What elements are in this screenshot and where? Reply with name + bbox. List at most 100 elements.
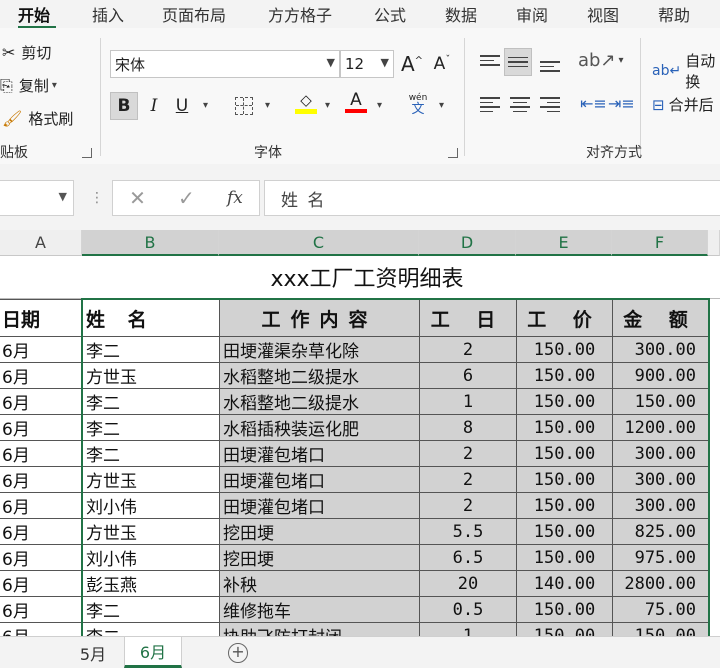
cell-unit-price[interactable]: 150.00 bbox=[516, 362, 613, 389]
borders-button[interactable] bbox=[230, 92, 258, 120]
copy-button[interactable]: ⎘ 复制 ▾ bbox=[0, 75, 57, 96]
column-header-f[interactable]: F bbox=[612, 230, 708, 256]
cell-date[interactable]: 6月 bbox=[0, 544, 83, 571]
cell-amount[interactable]: 150.00 bbox=[612, 622, 709, 636]
underline-button[interactable]: U bbox=[168, 92, 196, 120]
cell-work-content[interactable]: 挖田埂 bbox=[219, 518, 420, 545]
cell-name[interactable]: 李二 bbox=[82, 596, 220, 623]
header-work-days[interactable]: 工 日 bbox=[419, 299, 517, 337]
cell-amount[interactable]: 300.00 bbox=[612, 492, 709, 519]
orientation-dropdown-icon[interactable]: ▾ bbox=[619, 55, 624, 66]
cell-work-days[interactable]: 6.5 bbox=[419, 544, 517, 571]
cell-work-content[interactable]: 水稻整地二级提水 bbox=[219, 388, 420, 415]
sheet-tab-may[interactable]: 5月 bbox=[64, 637, 122, 668]
column-header-d[interactable]: D bbox=[419, 230, 516, 256]
cell-work-content[interactable]: 维修拖车 bbox=[219, 596, 420, 623]
align-center-icon[interactable] bbox=[510, 94, 530, 115]
cell-amount[interactable]: 75.00 bbox=[612, 596, 709, 623]
tab-formulas[interactable]: 公式 bbox=[374, 2, 406, 26]
cell-date[interactable]: 6月 bbox=[0, 466, 83, 493]
cell-work-days[interactable]: 2 bbox=[419, 336, 517, 363]
tab-help[interactable]: 帮助 bbox=[658, 2, 690, 26]
italic-button[interactable]: I bbox=[140, 92, 168, 120]
copy-dropdown-icon[interactable]: ▾ bbox=[52, 80, 57, 91]
column-header-c[interactable]: C bbox=[219, 230, 419, 256]
worksheet-grid[interactable]: xxx工厂工资明细表 日期 姓 名 工作内容 工 日 工 价 金 额 6月 李二田… bbox=[0, 256, 720, 636]
increase-indent-button[interactable]: ⇥≡ bbox=[608, 94, 635, 113]
cell-name[interactable]: 方世玉 bbox=[82, 466, 220, 493]
header-work-content[interactable]: 工作内容 bbox=[219, 299, 420, 337]
cell-amount[interactable]: 825.00 bbox=[612, 518, 709, 545]
align-middle-button[interactable] bbox=[504, 48, 532, 76]
cell-name[interactable]: 李二 bbox=[82, 440, 220, 467]
cell-date[interactable]: 6月 bbox=[0, 414, 83, 441]
cell-work-days[interactable]: 0.5 bbox=[419, 596, 517, 623]
tab-insert[interactable]: 插入 bbox=[92, 2, 124, 26]
column-header-a[interactable]: A bbox=[0, 230, 82, 256]
font-color-button[interactable]: A bbox=[342, 88, 370, 116]
cell-work-days[interactable]: 20 bbox=[419, 570, 517, 597]
cell-name[interactable]: 刘小伟 bbox=[82, 492, 220, 519]
cell-amount[interactable]: 300.00 bbox=[612, 466, 709, 493]
enter-checkmark-icon[interactable]: ✓ bbox=[178, 186, 195, 210]
insert-function-icon[interactable]: fx bbox=[227, 188, 243, 208]
cell-amount[interactable]: 975.00 bbox=[612, 544, 709, 571]
cell-date[interactable]: 6月 bbox=[0, 622, 83, 636]
align-bottom-icon[interactable] bbox=[540, 58, 560, 75]
cell-work-content[interactable]: 田埂灌包堵口 bbox=[219, 492, 420, 519]
cell-work-days[interactable]: 1 bbox=[419, 622, 517, 636]
bold-button[interactable]: B bbox=[110, 92, 138, 120]
name-box[interactable]: ▼ bbox=[0, 180, 74, 216]
phonetic-guide-dropdown-icon[interactable]: ▾ bbox=[439, 100, 444, 111]
cell-unit-price[interactable]: 140.00 bbox=[516, 570, 613, 597]
decrease-font-size-button[interactable]: Aˇ bbox=[428, 50, 456, 78]
cell-name[interactable]: 李二 bbox=[82, 622, 220, 636]
add-sheet-icon[interactable]: + bbox=[228, 643, 248, 663]
cell-unit-price[interactable]: 150.00 bbox=[516, 544, 613, 571]
cell-unit-price[interactable]: 150.00 bbox=[516, 596, 613, 623]
cell-work-content[interactable]: 水稻整地二级提水 bbox=[219, 362, 420, 389]
cell-name[interactable]: 彭玉燕 bbox=[82, 570, 220, 597]
header-amount[interactable]: 金 额 bbox=[612, 299, 709, 337]
font-size-select[interactable]: 12 ▼ bbox=[340, 50, 394, 78]
cell-date[interactable]: 6月 bbox=[0, 440, 83, 467]
borders-dropdown-icon[interactable]: ▾ bbox=[265, 100, 270, 111]
cell-name[interactable]: 刘小伟 bbox=[82, 544, 220, 571]
tab-fangfang-gezi[interactable]: 方方格子 bbox=[268, 2, 332, 26]
cell-amount[interactable]: 300.00 bbox=[612, 336, 709, 363]
cell-work-content[interactable]: 协助飞防打封闭 bbox=[219, 622, 420, 636]
cell-work-days[interactable]: 2 bbox=[419, 466, 517, 493]
align-right-icon[interactable] bbox=[540, 94, 560, 115]
formula-bar-resize-handle[interactable]: ⋮ bbox=[90, 190, 104, 206]
cell-name[interactable]: 李二 bbox=[82, 388, 220, 415]
cell-work-days[interactable]: 8 bbox=[419, 414, 517, 441]
cell-amount[interactable]: 1200.00 bbox=[612, 414, 709, 441]
cell-work-days[interactable]: 1 bbox=[419, 388, 517, 415]
cell-work-content[interactable]: 田埂灌包堵口 bbox=[219, 466, 420, 493]
cell-work-content[interactable]: 挖田埂 bbox=[219, 544, 420, 571]
cell-name[interactable]: 李二 bbox=[82, 336, 220, 363]
cell-date[interactable]: 6月 bbox=[0, 362, 83, 389]
wrap-text-button[interactable]: ab↵ 自动换 bbox=[652, 50, 720, 92]
tab-view[interactable]: 视图 bbox=[587, 2, 619, 26]
cell-work-days[interactable]: 5.5 bbox=[419, 518, 517, 545]
cell-name[interactable]: 方世玉 bbox=[82, 362, 220, 389]
cell-unit-price[interactable]: 150.00 bbox=[516, 388, 613, 415]
tab-data[interactable]: 数据 bbox=[445, 2, 477, 26]
align-left-icon[interactable] bbox=[480, 94, 500, 115]
fill-color-button[interactable]: ◇ bbox=[292, 88, 320, 116]
cell-name[interactable]: 李二 bbox=[82, 414, 220, 441]
cell-date[interactable]: 6月 bbox=[0, 388, 83, 415]
cell-date[interactable]: 6月 bbox=[0, 518, 83, 545]
column-header-b[interactable]: B bbox=[82, 230, 219, 256]
cell-work-content[interactable]: 田埂灌渠杂草化除 bbox=[219, 336, 420, 363]
font-color-dropdown-icon[interactable]: ▾ bbox=[377, 100, 382, 111]
cell-unit-price[interactable]: 150.00 bbox=[516, 466, 613, 493]
align-top-icon[interactable] bbox=[480, 52, 500, 69]
sheet-title[interactable]: xxx工厂工资明细表 bbox=[0, 256, 720, 299]
cell-unit-price[interactable]: 150.00 bbox=[516, 492, 613, 519]
cut-button[interactable]: ✂ 剪切 bbox=[2, 42, 51, 63]
merge-center-button[interactable]: ⊟ 合并后 bbox=[652, 94, 714, 115]
clipboard-dialog-launcher-icon[interactable] bbox=[82, 148, 92, 158]
cell-work-days[interactable]: 6 bbox=[419, 362, 517, 389]
